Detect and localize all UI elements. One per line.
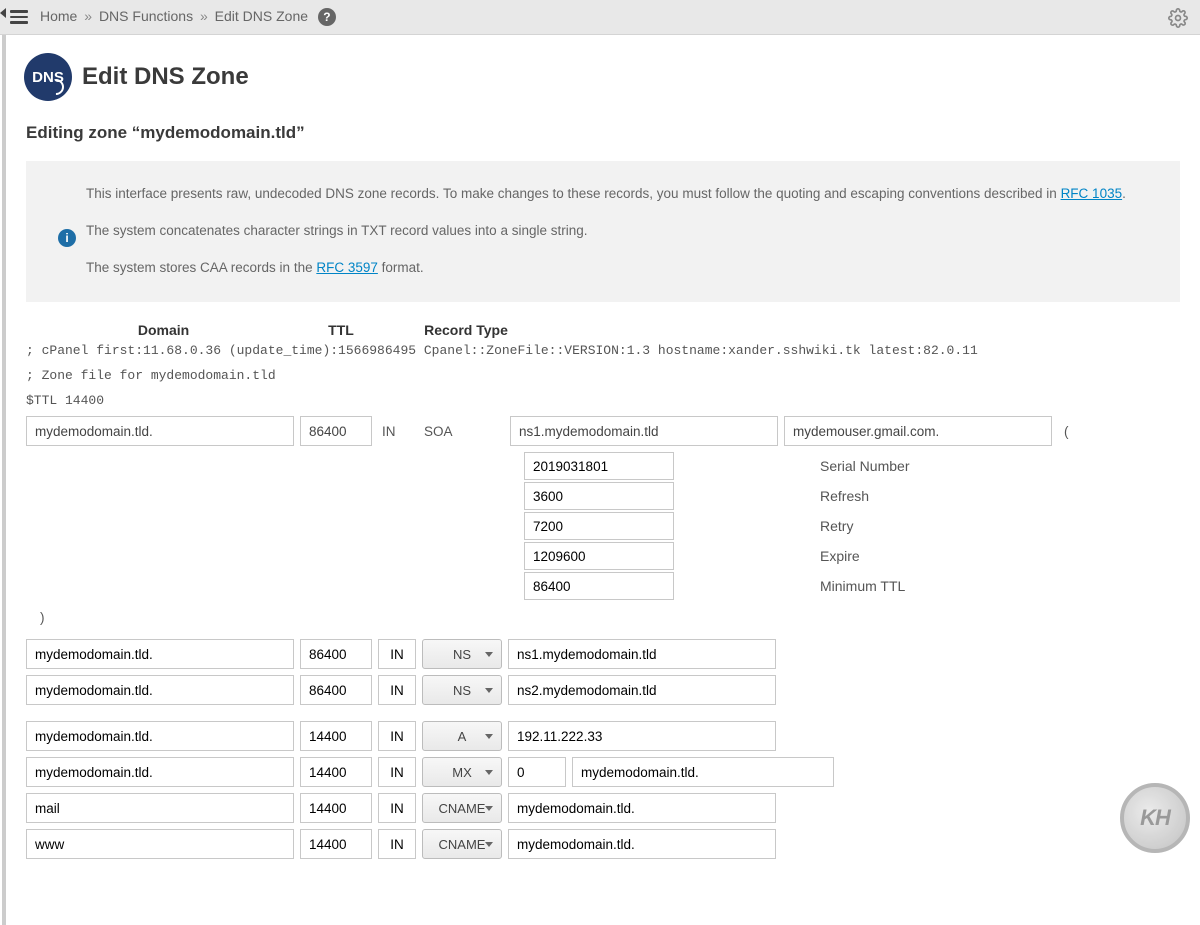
record-row: CNAME (26, 829, 1180, 859)
menu-icon[interactable] (10, 10, 28, 24)
raw-comment-2: ; Zone file for mydemodomain.tld (26, 367, 1180, 386)
column-headers: Domain TTL Record Type (26, 322, 1180, 338)
breadcrumb: Home » DNS Functions » Edit DNS Zone ? (40, 8, 336, 26)
soa-refresh-input[interactable] (524, 482, 674, 510)
record-ttl-input[interactable] (300, 793, 372, 823)
watermark-logo: KH (1120, 783, 1190, 853)
dns-logo-icon: DNS (24, 53, 72, 101)
soa-serial-label: Serial Number (820, 458, 909, 474)
record-value-input[interactable] (508, 829, 776, 859)
rfc1035-link[interactable]: RFC 1035 (1061, 186, 1123, 201)
record-type-select[interactable]: A (422, 721, 502, 751)
soa-type: SOA (424, 416, 504, 446)
record-type-select[interactable]: MX (422, 757, 502, 787)
soa-retry-row: Retry (524, 512, 1180, 540)
soa-in: IN (378, 416, 418, 446)
raw-comment-1: ; cPanel first:11.68.0.36 (update_time):… (26, 342, 1180, 361)
col-ttl: TTL (301, 322, 381, 338)
record-value-input[interactable] (572, 757, 834, 787)
record-in-input[interactable] (378, 639, 416, 669)
info-box: i This interface presents raw, undecoded… (26, 161, 1180, 302)
soa-email-input[interactable] (784, 416, 1052, 446)
record-in-input[interactable] (378, 675, 416, 705)
record-ttl-input[interactable] (300, 721, 372, 751)
col-domain: Domain (26, 322, 301, 338)
soa-expire-label: Expire (820, 548, 860, 564)
record-row: MX (26, 757, 1180, 787)
soa-row: IN SOA ( (26, 416, 1180, 446)
record-mx-priority-input[interactable] (508, 757, 566, 787)
soa-expire-row: Expire (524, 542, 1180, 570)
soa-retry-input[interactable] (524, 512, 674, 540)
help-icon[interactable]: ? (318, 8, 336, 26)
record-ttl-input[interactable] (300, 757, 372, 787)
soa-minttl-label: Minimum TTL (820, 578, 905, 594)
record-row: NS (26, 675, 1180, 705)
editing-zone-subtitle: Editing zone “mydemodomain.tld” (6, 115, 1200, 161)
rfc3597-link[interactable]: RFC 3597 (316, 260, 378, 275)
soa-serial-row: Serial Number (524, 452, 1180, 480)
record-domain-input[interactable] (26, 639, 294, 669)
record-type-select[interactable]: CNAME (422, 829, 502, 859)
record-domain-input[interactable] (26, 675, 294, 705)
record-domain-input[interactable] (26, 721, 294, 751)
record-row: A (26, 721, 1180, 751)
record-in-input[interactable] (378, 793, 416, 823)
record-row: CNAME (26, 793, 1180, 823)
soa-open-paren: ( (1058, 424, 1069, 439)
breadcrumb-bar: Home » DNS Functions » Edit DNS Zone ? (0, 0, 1200, 35)
record-domain-input[interactable] (26, 757, 294, 787)
record-domain-input[interactable] (26, 793, 294, 823)
breadcrumb-dns-functions[interactable]: DNS Functions (99, 8, 193, 24)
soa-ttl-input[interactable] (300, 416, 372, 446)
breadcrumb-home[interactable]: Home (40, 8, 77, 24)
record-row: NS (26, 639, 1180, 669)
soa-refresh-label: Refresh (820, 488, 869, 504)
info-icon: i (58, 229, 76, 247)
record-value-input[interactable] (508, 721, 776, 751)
record-type-select[interactable]: NS (422, 675, 502, 705)
record-ttl-input[interactable] (300, 639, 372, 669)
record-ttl-input[interactable] (300, 829, 372, 859)
soa-close-paren: ) (26, 602, 1180, 639)
record-type-select[interactable]: NS (422, 639, 502, 669)
col-record-type: Record Type (381, 322, 551, 338)
record-ttl-input[interactable] (300, 675, 372, 705)
soa-refresh-row: Refresh (524, 482, 1180, 510)
record-in-input[interactable] (378, 721, 416, 751)
soa-ns-input[interactable] (510, 416, 778, 446)
record-value-input[interactable] (508, 675, 776, 705)
record-value-input[interactable] (508, 639, 776, 669)
record-value-input[interactable] (508, 793, 776, 823)
breadcrumb-current: Edit DNS Zone (215, 8, 308, 24)
soa-retry-label: Retry (820, 518, 853, 534)
record-type-select[interactable]: CNAME (422, 793, 502, 823)
soa-expire-input[interactable] (524, 542, 674, 570)
soa-minttl-input[interactable] (524, 572, 674, 600)
record-in-input[interactable] (378, 757, 416, 787)
page-title: Edit DNS Zone (82, 63, 249, 91)
page-header: DNS Edit DNS Zone (6, 35, 1200, 115)
raw-ttl: $TTL 14400 (26, 392, 1180, 411)
soa-serial-input[interactable] (524, 452, 674, 480)
record-in-input[interactable] (378, 829, 416, 859)
record-domain-input[interactable] (26, 829, 294, 859)
soa-minttl-row: Minimum TTL (524, 572, 1180, 600)
gear-icon[interactable] (1168, 8, 1188, 28)
soa-domain-input[interactable] (26, 416, 294, 446)
